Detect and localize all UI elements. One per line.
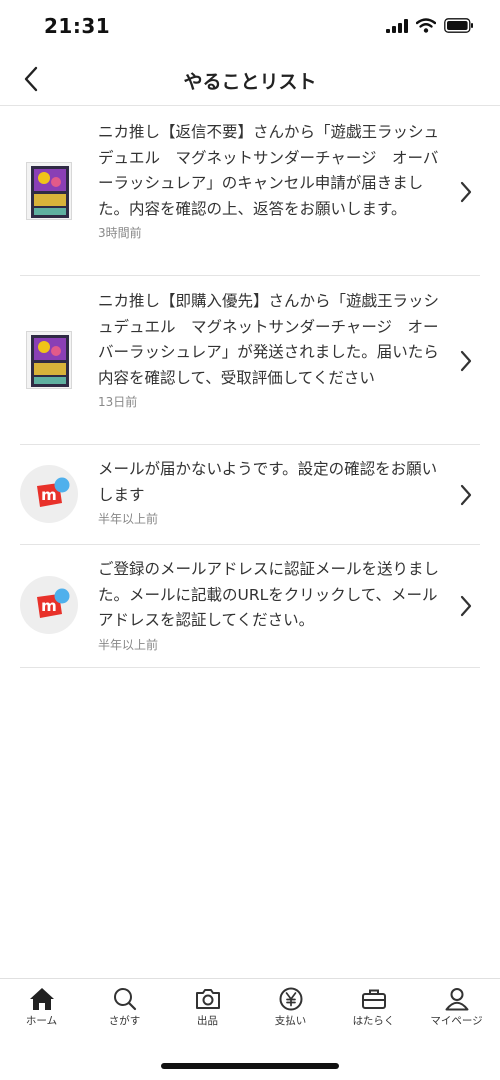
tab-label: 支払い <box>274 1015 307 1027</box>
nav-bar: やることリスト <box>0 52 500 106</box>
todo-time: 13日前 <box>98 395 138 409</box>
tab-payment[interactable]: 支払い <box>249 987 332 1028</box>
card-thumbnail <box>26 331 72 389</box>
page-title: やることリスト <box>183 71 317 93</box>
camera-icon <box>195 989 220 1009</box>
svg-text:m: m <box>41 486 57 504</box>
status-bar: 21:31 <box>0 0 500 52</box>
status-time: 21:31 <box>44 14 111 38</box>
tab-home[interactable]: ホーム <box>0 987 83 1028</box>
tab-label: 出品 <box>197 1015 218 1027</box>
yen-icon <box>279 987 302 1011</box>
todo-item[interactable]: ニカ推し【即購入優先】さんから「遊戯王ラッシュデュエル マグネットサンダーチャー… <box>20 276 480 445</box>
todo-time: 3時間前 <box>98 226 142 240</box>
home-indicator <box>161 1063 339 1069</box>
tab-label: マイページ <box>430 1015 483 1027</box>
todo-message: ニカ推し【返信不要】さんから「遊戯王ラッシュデュエル マグネットサンダーチャージ… <box>98 123 440 218</box>
tab-sell[interactable]: 出品 <box>166 987 249 1028</box>
todo-message: ニカ推し【即購入優先】さんから「遊戯王ラッシュデュエル マグネットサンダーチャー… <box>98 292 440 387</box>
todo-list: ニカ推し【返信不要】さんから「遊戯王ラッシュデュエル マグネットサンダーチャージ… <box>20 107 480 668</box>
tab-label: ホーム <box>25 1015 58 1027</box>
tab-label: はたらく <box>352 1015 395 1027</box>
todo-item[interactable]: m ご登録のメールアドレスに認証メールを送りました。メールに記載のURLをクリッ… <box>20 545 480 668</box>
tab-search[interactable]: さがす <box>83 987 166 1028</box>
signal-icon <box>386 18 408 33</box>
todo-time: 半年以上前 <box>98 512 159 526</box>
tab-mypage[interactable]: マイページ <box>415 987 498 1028</box>
mercari-logo: m <box>20 465 78 523</box>
todo-time: 半年以上前 <box>98 637 159 652</box>
todo-message: ご登録のメールアドレスに認証メールを送りました。メールに記載のURLをクリックし… <box>98 560 440 629</box>
battery-icon <box>444 18 473 33</box>
card-thumbnail <box>26 162 72 220</box>
svg-text:m: m <box>41 597 57 615</box>
todo-item[interactable]: m メールが届かないようです。設定の確認をお願いします 半年以上前 <box>20 445 480 545</box>
chevron-right-icon <box>460 595 472 617</box>
mercari-logo: m <box>20 576 78 634</box>
tab-work[interactable]: はたらく <box>332 987 415 1028</box>
chevron-right-icon <box>460 181 472 203</box>
status-icons <box>386 18 474 33</box>
briefcase-icon <box>361 989 386 1009</box>
chevron-right-icon <box>460 350 472 372</box>
wifi-icon <box>416 18 436 33</box>
tab-label: さがす <box>108 1015 141 1027</box>
person-icon <box>445 988 468 1011</box>
home-icon <box>29 988 54 1010</box>
search-icon <box>113 988 136 1011</box>
todo-message: メールが届かないようです。設定の確認をお願いします <box>98 460 438 504</box>
todo-item[interactable]: ニカ推し【返信不要】さんから「遊戯王ラッシュデュエル マグネットサンダーチャージ… <box>20 107 480 276</box>
chevron-right-icon <box>460 484 472 506</box>
